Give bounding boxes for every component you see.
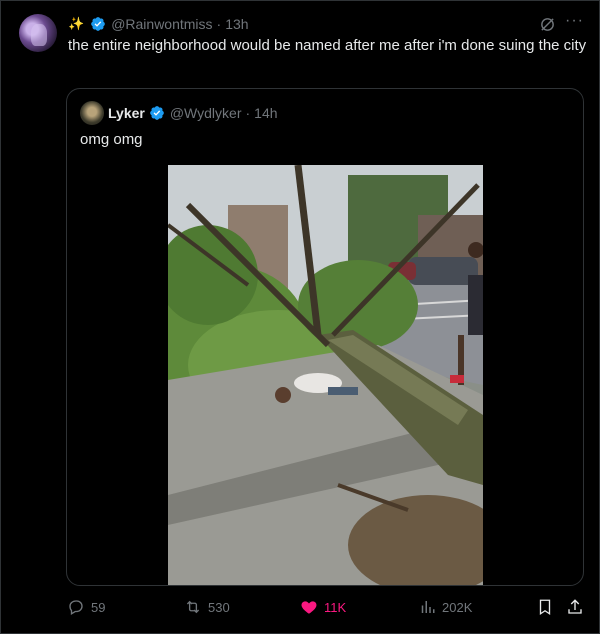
share-icon <box>568 599 582 614</box>
author-handle[interactable]: @Rainwontmiss <box>111 16 212 32</box>
action-bar: 59 530 11K 202K <box>0 596 600 620</box>
like-button[interactable]: 11K <box>300 596 346 618</box>
post-header: ✨ @Rainwontmiss · 13h <box>68 14 249 34</box>
quoted-post-header: Lyker @Wydlyker · 14h <box>108 103 278 123</box>
verified-badge-icon <box>150 106 164 120</box>
repost-button[interactable]: 530 <box>184 596 230 618</box>
quoted-author-handle[interactable]: @Wydlyker <box>170 105 242 121</box>
bookmark-icon <box>539 599 551 616</box>
quoted-author-avatar[interactable] <box>80 101 104 125</box>
quoted-post-timestamp[interactable]: 14h <box>254 105 277 121</box>
fallen-tree-photo <box>168 165 483 585</box>
post-text: the entire neighborhood would be named a… <box>68 37 587 54</box>
heart-filled-icon <box>301 601 317 614</box>
header-separator: · <box>216 16 222 32</box>
view-count: 202K <box>442 599 473 615</box>
post-timestamp[interactable]: 13h <box>225 16 248 32</box>
more-options-icon[interactable]: ··· <box>565 12 584 30</box>
repost-icon <box>186 600 200 614</box>
bookmark-button[interactable] <box>536 596 560 618</box>
author-display-name[interactable]: ✨ <box>68 16 84 32</box>
reply-count: 59 <box>91 599 106 615</box>
reply-icon <box>69 600 83 615</box>
analytics-icon <box>421 601 435 613</box>
share-button[interactable] <box>566 596 590 618</box>
reply-button[interactable]: 59 <box>67 596 105 618</box>
author-avatar[interactable] <box>19 14 57 52</box>
quoted-post-photo[interactable] <box>168 165 483 585</box>
verified-badge-icon <box>91 17 106 31</box>
quoted-post[interactable]: Lyker @Wydlyker · 14h omg omg <box>66 88 584 586</box>
like-count: 11K <box>324 599 347 615</box>
grok-icon[interactable] <box>539 16 556 33</box>
quoted-header-separator: · <box>245 105 251 121</box>
quoted-author-name[interactable]: Lyker <box>108 105 145 121</box>
repost-count: 530 <box>208 599 230 615</box>
quoted-post-text: omg omg <box>80 131 143 148</box>
views-button[interactable]: 202K <box>418 596 472 618</box>
